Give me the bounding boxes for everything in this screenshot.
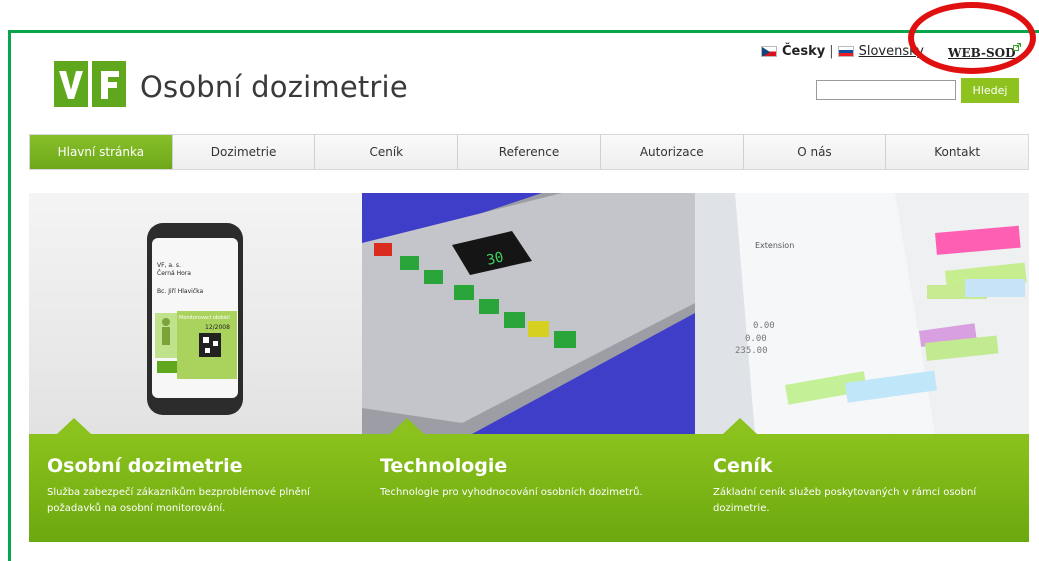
- logo-f-block: [92, 61, 126, 107]
- nav-item-reference[interactable]: Reference: [457, 135, 600, 169]
- panel-text: Služba zabezpečí zákazníkům bezproblémov…: [47, 487, 310, 514]
- search-button[interactable]: Hledej: [961, 78, 1019, 103]
- nav-item-home[interactable]: Hlavní stránka: [30, 135, 172, 169]
- logo-v-block: [54, 61, 88, 107]
- slovak-flag-icon[interactable]: [837, 46, 854, 57]
- nav-item-o-nas[interactable]: O nás: [742, 135, 886, 169]
- svg-text:0.00: 0.00: [745, 334, 767, 344]
- svg-text:Extension: Extension: [755, 241, 794, 250]
- svg-text:Černá Hora: Černá Hora: [157, 270, 191, 277]
- control-panel-photo: 30: [362, 193, 695, 434]
- panel-caption: Ceník Základní ceník služeb poskytovanýc…: [695, 418, 1029, 542]
- panel-text: Technologie pro vyhodnocování osobních d…: [380, 487, 643, 498]
- svg-text:VF, a. s.: VF, a. s.: [157, 262, 181, 269]
- language-switcher: Česky | Slovensky: [761, 44, 924, 59]
- svg-text:12/2008: 12/2008: [205, 324, 230, 331]
- panel-caption: Osobní dozimetrie Služba zabezpečí zákaz…: [29, 418, 362, 542]
- highlight-ellipse: [908, 2, 1036, 74]
- panel-caption: Technologie Technologie pro vyhodnocován…: [362, 418, 695, 542]
- site-title: Osobní dozimetrie: [140, 70, 408, 104]
- panel-technologie[interactable]: 30 Technologie Technologie pro vyhodnoco…: [362, 193, 695, 542]
- panel-cenik[interactable]: Extension 0.00 0.00 235.00 Ceník Základn…: [695, 193, 1029, 542]
- czech-flag-icon[interactable]: [761, 46, 777, 57]
- logo-f-glyph: [101, 71, 119, 99]
- svg-text:0.00: 0.00: [753, 321, 775, 331]
- search-input[interactable]: [816, 80, 956, 100]
- panel-title[interactable]: Osobní dozimetrie: [47, 455, 243, 477]
- vf-logo[interactable]: [54, 61, 126, 107]
- nav-item-kontakt[interactable]: Kontakt: [885, 135, 1029, 169]
- language-czech[interactable]: Česky: [782, 44, 825, 59]
- dosimeter-photo: VF, a. s. Černá Hora Bc. Jiří Hlavička M…: [29, 193, 362, 434]
- panel-text: Základní ceník služeb poskytovaných v rá…: [713, 487, 977, 514]
- caption-notch: [390, 418, 424, 434]
- price-papers-photo: Extension 0.00 0.00 235.00: [695, 193, 1029, 434]
- caption-notch: [723, 418, 757, 434]
- language-separator: |: [829, 44, 834, 59]
- main-nav: Hlavní stránka Dozimetrie Ceník Referenc…: [29, 134, 1029, 170]
- panel-title[interactable]: Ceník: [713, 455, 773, 477]
- nav-item-dozimetrie[interactable]: Dozimetrie: [171, 135, 315, 169]
- panel-osobni-dozimetrie[interactable]: VF, a. s. Černá Hora Bc. Jiří Hlavička M…: [29, 193, 362, 542]
- caption-notch: [57, 418, 91, 434]
- logo-v-glyph: [59, 71, 83, 99]
- nav-item-cenik[interactable]: Ceník: [314, 135, 458, 169]
- svg-text:Bc. Jiří Hlavička: Bc. Jiří Hlavička: [157, 288, 203, 295]
- svg-text:Monitorovací období: Monitorovací období: [179, 314, 230, 321]
- nav-item-autorizace[interactable]: Autorizace: [599, 135, 743, 169]
- svg-text:235.00: 235.00: [735, 346, 768, 356]
- panel-title[interactable]: Technologie: [380, 455, 507, 477]
